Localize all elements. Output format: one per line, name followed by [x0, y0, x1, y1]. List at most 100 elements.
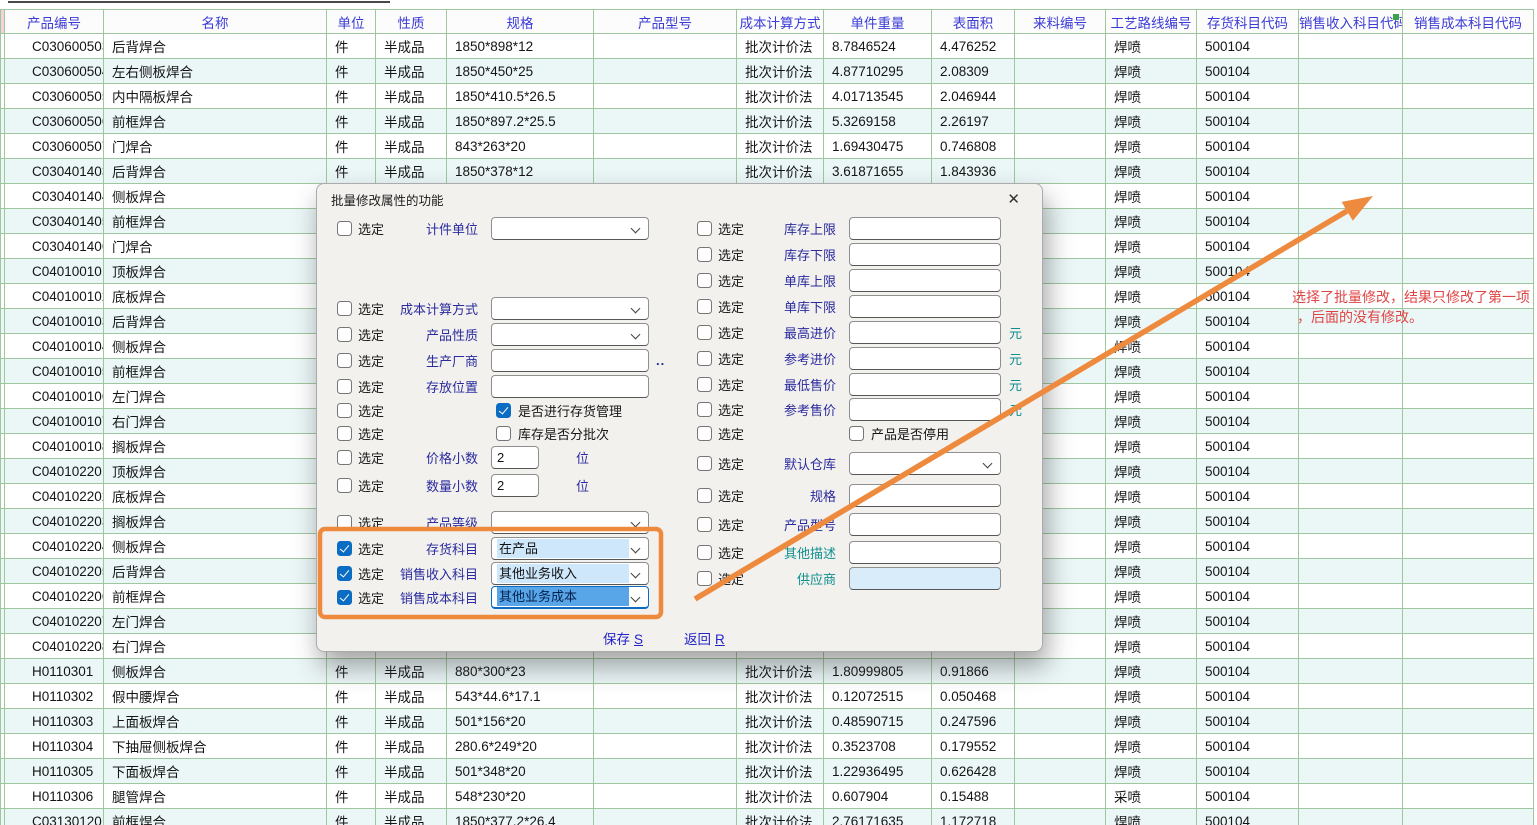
cell-unit-weight[interactable]: 0.12072515 [824, 684, 932, 709]
other-desc-input[interactable] [849, 541, 1001, 564]
checkbox-inventory-managed[interactable] [337, 403, 352, 418]
cell-name[interactable]: 后背焊合 [104, 559, 327, 584]
table-row[interactable]: C030600506 前框焊合 件 半成品 1850*897.2*25.5 批次… [1, 109, 1534, 134]
cell-inventory-account[interactable]: 500104 [1197, 334, 1299, 359]
cell-model[interactable] [594, 659, 737, 684]
cell-route-no[interactable]: 焊喷 [1106, 609, 1197, 634]
cell-route-no[interactable]: 焊喷 [1106, 809, 1197, 825]
cell-name[interactable]: 前框焊合 [104, 809, 327, 825]
cell-inventory-account[interactable]: 500104 [1197, 409, 1299, 434]
cell-sales-cost-account[interactable] [1403, 259, 1534, 284]
checkbox-storage-location[interactable] [337, 379, 352, 394]
cell-product-code[interactable]: C030600504 [5, 59, 104, 84]
cell-spec[interactable]: 1850*377.2*26.4 [447, 809, 594, 825]
cell-incoming-no[interactable] [1015, 784, 1106, 809]
cell-unit[interactable]: 件 [327, 684, 376, 709]
cell-product-code[interactable]: C040100101 [5, 259, 104, 284]
cell-unit[interactable]: 件 [327, 109, 376, 134]
cell-surface-area[interactable]: 0.91866 [932, 659, 1015, 684]
cell-model[interactable] [594, 59, 737, 84]
cell-incoming-no[interactable] [1015, 109, 1106, 134]
cell-inventory-account[interactable]: 500104 [1197, 109, 1299, 134]
cell-sales-income-account[interactable] [1299, 334, 1403, 359]
cell-surface-area[interactable]: 0.247596 [932, 709, 1015, 734]
cell-sales-income-account[interactable] [1299, 559, 1403, 584]
cell-name[interactable]: 侧板焊合 [104, 534, 327, 559]
cell-incoming-no[interactable] [1015, 659, 1106, 684]
cell-inventory-account[interactable]: 500104 [1197, 534, 1299, 559]
cell-product-code[interactable]: C040102205 [5, 559, 104, 584]
cell-sales-cost-account[interactable] [1403, 684, 1534, 709]
cell-name[interactable]: 下面板焊合 [104, 759, 327, 784]
cell-sales-income-account[interactable] [1299, 784, 1403, 809]
cost-method-select[interactable] [491, 297, 649, 320]
manufacturer-input[interactable] [491, 349, 649, 372]
checkbox-ref-sale[interactable] [697, 402, 712, 417]
cell-sales-income-account[interactable] [1299, 409, 1403, 434]
cell-inventory-account[interactable]: 500104 [1197, 659, 1299, 684]
product-nature-select[interactable] [491, 323, 649, 346]
cell-incoming-no[interactable] [1015, 809, 1106, 825]
cell-nature[interactable]: 半成品 [376, 159, 447, 184]
checkbox-product-grade[interactable] [337, 515, 352, 530]
cell-route-no[interactable]: 焊喷 [1106, 509, 1197, 534]
cell-nature[interactable]: 半成品 [376, 734, 447, 759]
cell-sales-cost-account[interactable] [1403, 59, 1534, 84]
cell-model[interactable] [594, 684, 737, 709]
cell-name[interactable]: 前框焊合 [104, 584, 327, 609]
checkbox-product-nature[interactable] [337, 327, 352, 342]
cell-product-code[interactable]: C040100108 [5, 434, 104, 459]
cell-product-code[interactable]: C030600505 [5, 84, 104, 109]
header-sales-cost-account[interactable]: 销售成本科目代码 [1403, 10, 1534, 34]
table-row[interactable]: H0110303 上面板焊合 件 半成品 501*156*20 批次计价法 0.… [1, 709, 1534, 734]
cell-surface-area[interactable]: 0.15488 [932, 784, 1015, 809]
cell-cost-method[interactable]: 批次计价法 [737, 159, 824, 184]
cell-sales-income-account[interactable] [1299, 634, 1403, 659]
spec-input[interactable] [849, 484, 1001, 507]
cell-name[interactable]: 搁板焊合 [104, 509, 327, 534]
cell-cost-method[interactable]: 批次计价法 [737, 134, 824, 159]
cell-unit-weight[interactable]: 1.80999805 [824, 659, 932, 684]
cell-route-no[interactable]: 焊喷 [1106, 384, 1197, 409]
cell-name[interactable]: 后背焊合 [104, 159, 327, 184]
cell-sales-income-account[interactable] [1299, 484, 1403, 509]
cell-incoming-no[interactable] [1015, 709, 1106, 734]
cell-unit-weight[interactable]: 3.61871655 [824, 159, 932, 184]
cell-inventory-account[interactable]: 500104 [1197, 734, 1299, 759]
cell-product-code[interactable]: C030401403 [5, 159, 104, 184]
cell-inventory-account[interactable]: 500104 [1197, 184, 1299, 209]
cell-sales-cost-account[interactable] [1403, 759, 1534, 784]
supplier-combobox[interactable] [849, 567, 1001, 590]
cell-incoming-no[interactable] [1015, 59, 1106, 84]
cell-sales-cost-account[interactable] [1403, 334, 1534, 359]
cell-name[interactable]: 内中隔板焊合 [104, 84, 327, 109]
cell-route-no[interactable]: 焊喷 [1106, 734, 1197, 759]
cell-name[interactable]: 侧板焊合 [104, 659, 327, 684]
cell-sales-cost-account[interactable] [1403, 84, 1534, 109]
cell-inventory-account[interactable]: 500104 [1197, 459, 1299, 484]
batch-tracked-checkbox[interactable] [496, 426, 511, 441]
cell-route-no[interactable]: 焊喷 [1106, 309, 1197, 334]
cell-product-code[interactable]: H0110305 [5, 759, 104, 784]
cell-unit[interactable]: 件 [327, 809, 376, 825]
table-row[interactable]: H0110305 下面板焊合 件 半成品 501*348*20 批次计价法 1.… [1, 759, 1534, 784]
cell-product-code[interactable]: C040100102 [5, 284, 104, 309]
checkbox-single-lower[interactable] [697, 299, 712, 314]
cell-name[interactable]: 前框焊合 [104, 209, 327, 234]
table-row[interactable]: C030600504 左右侧板焊合 件 半成品 1850*450*25 批次计价… [1, 59, 1534, 84]
header-surface-area[interactable]: 表面积 [932, 10, 1015, 34]
cell-cost-method[interactable]: 批次计价法 [737, 734, 824, 759]
cell-product-code[interactable]: C030401405 [5, 209, 104, 234]
cell-sales-cost-account[interactable] [1403, 484, 1534, 509]
cell-unit-weight[interactable]: 0.48590715 [824, 709, 932, 734]
header-spec[interactable]: 规格 [447, 10, 594, 34]
cell-inventory-account[interactable]: 500104 [1197, 584, 1299, 609]
cell-sales-cost-account[interactable] [1403, 234, 1534, 259]
cell-sales-cost-account[interactable] [1403, 434, 1534, 459]
sales-cost-account-select[interactable]: 其他业务成本 [491, 586, 649, 609]
model-input[interactable] [849, 513, 1001, 536]
cell-product-code[interactable]: C040100105 [5, 359, 104, 384]
checkbox-default-warehouse[interactable] [697, 456, 712, 471]
table-row[interactable]: H0110302 假中腰焊合 件 半成品 543*44.6*17.1 批次计价法… [1, 684, 1534, 709]
checkbox-cost-method[interactable] [337, 301, 352, 316]
